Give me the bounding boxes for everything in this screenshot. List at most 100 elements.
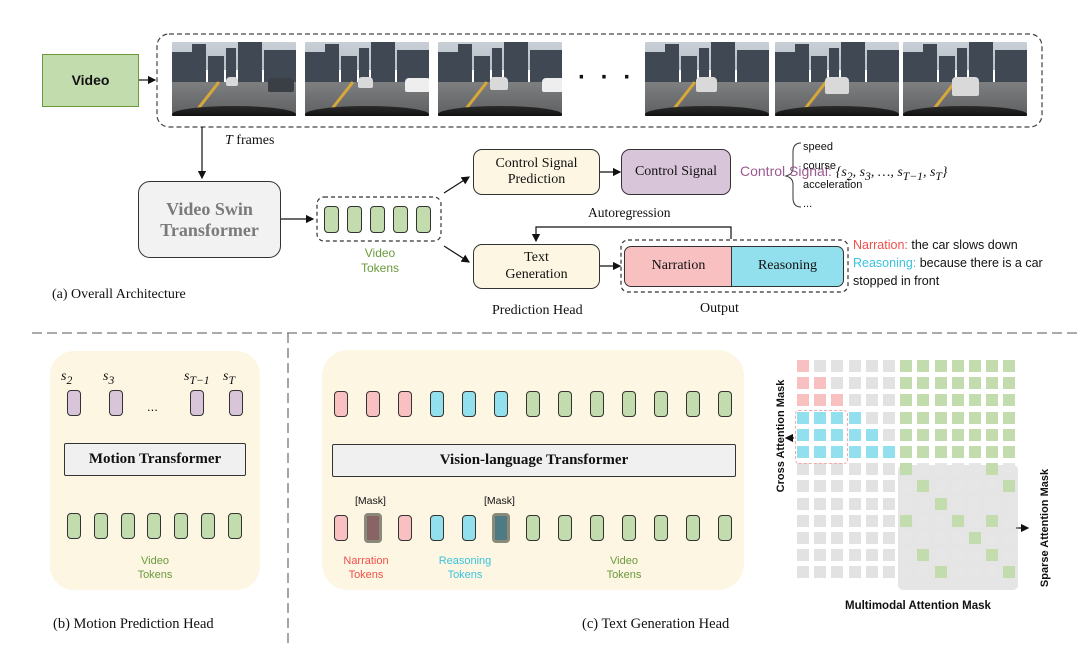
masked-cell [883, 463, 895, 476]
control-signal-token [190, 390, 204, 416]
sparse-masked-cell [986, 532, 999, 544]
video-attended-cell [986, 394, 999, 407]
sparse-masked-cell [951, 566, 964, 579]
masked-cell [865, 463, 878, 476]
masked-cell [831, 360, 844, 372]
video-attended-cell [900, 360, 913, 372]
video-attended-cell [917, 377, 930, 390]
video-token [370, 206, 385, 233]
masked-cell [865, 514, 878, 527]
narration-cell [814, 377, 827, 390]
masked-cell [883, 532, 895, 544]
masked-cell [848, 377, 861, 390]
video-attended-cell [917, 549, 930, 562]
frame-building [775, 52, 797, 86]
sparse-masked-cell [934, 480, 947, 493]
video-token [201, 513, 215, 539]
narration-cell [814, 394, 827, 407]
video-attended-cell [900, 446, 913, 458]
video-token [147, 513, 162, 539]
video-attended-cell [1003, 394, 1016, 407]
video-attended-cell [969, 428, 981, 441]
sparse-masked-cell [969, 549, 981, 562]
video-token [174, 513, 189, 539]
sparse-masked-cell [917, 566, 930, 579]
reasoning-cell [865, 446, 878, 458]
video-attended-cell [917, 360, 930, 372]
video-swin-transformer-box: Video Swin Transformer [138, 181, 281, 258]
video-frame [305, 42, 429, 116]
sparse-masked-cell [969, 497, 981, 510]
autoregression-arrow [531, 226, 732, 243]
frame-building [172, 52, 194, 86]
video-frame [438, 42, 562, 116]
masked-cell [831, 480, 844, 493]
control-signal-token-label: sT−1 [184, 369, 210, 387]
masked-cell [883, 480, 895, 493]
masked-cell [797, 532, 809, 544]
masked-cell [831, 463, 844, 476]
narration-token [334, 391, 348, 417]
reasoning-token [494, 391, 508, 417]
frame-car [825, 77, 849, 94]
video-attended-cell [900, 411, 913, 424]
reasoning-cell [883, 446, 895, 458]
masked-cell [865, 480, 878, 493]
frame-dashboard [172, 106, 296, 116]
video-attended-cell [900, 514, 913, 527]
narration-cell [831, 394, 844, 407]
video-attended-cell [986, 446, 999, 458]
frame-dashboard [645, 106, 769, 116]
video-attended-cell [951, 360, 964, 372]
motion-signal-ellipsis: ... [147, 399, 158, 414]
attention-mask-title: Multimodal Attention Mask [845, 600, 991, 612]
video-attended-cell [934, 394, 947, 407]
control-signal-prediction-box: Control Signal Prediction [473, 149, 600, 195]
masked-cell [883, 514, 895, 527]
frame-building [867, 50, 899, 86]
video-attended-cell [986, 360, 999, 372]
reasoning-token [430, 391, 444, 417]
control-signal-box: Control Signal [621, 149, 731, 195]
video-attended-cell [986, 377, 999, 390]
video-frame [775, 42, 899, 116]
masked-cell [814, 566, 827, 579]
masked-cell [883, 411, 895, 424]
frame-side-car [542, 78, 562, 92]
video-attended-cell [986, 514, 999, 527]
masked-cell [797, 549, 809, 562]
frame-building [665, 44, 679, 86]
video-attended-cell [1003, 360, 1016, 372]
masked-cell [848, 532, 861, 544]
sparse-masked-cell [917, 532, 930, 544]
video-attended-cell [934, 360, 947, 372]
video-attended-cell [951, 411, 964, 424]
sparse-masked-cell [900, 532, 913, 544]
autoregression-label: Autoregression [588, 205, 671, 220]
sparse-masked-cell [1003, 497, 1016, 510]
sparse-masked-cell [969, 566, 981, 579]
frame-building [737, 50, 769, 86]
sparse-masked-cell [1003, 514, 1016, 527]
frame-car [952, 77, 979, 96]
caption-c: (c) Text Generation Head [582, 616, 730, 632]
frame-side-car [405, 78, 429, 92]
mask-label-reasoning: [Mask] [484, 495, 515, 507]
masked-cell [797, 463, 809, 476]
video-attended-cell [1003, 446, 1016, 458]
frame-building [458, 44, 472, 86]
frame-building [192, 44, 206, 86]
frame-building [923, 44, 937, 86]
masked-cell [848, 463, 861, 476]
video-attended-cell [934, 446, 947, 458]
reasoning-tokens-label: Reasoning Tokens [438, 555, 492, 582]
frames-ellipsis: · · · [578, 64, 636, 91]
frame-car [358, 77, 373, 88]
video-token [654, 391, 668, 417]
reasoning-token [430, 515, 444, 541]
frame-building [903, 52, 925, 86]
video-attended-cell [986, 549, 999, 562]
frame-building [305, 52, 327, 86]
narration-token [366, 391, 380, 417]
sparse-attention-label: Sparse Attention Mask [1039, 468, 1051, 588]
